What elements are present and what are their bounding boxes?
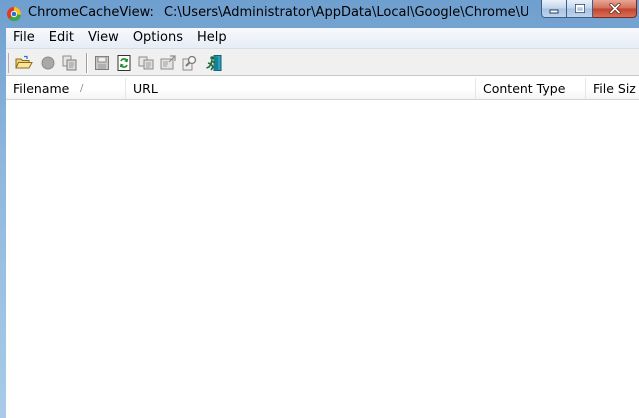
minimize-icon <box>549 9 559 13</box>
minimize-button[interactable] <box>541 0 567 18</box>
app-window: ChromeCacheView: C:\Users\Administrator\A… <box>0 0 639 418</box>
column-content-type-label: Content Type <box>483 81 566 96</box>
toolbar-grip[interactable] <box>8 53 11 73</box>
column-url-label: URL <box>133 81 158 96</box>
sort-indicator: / <box>80 83 84 94</box>
column-header: Filename / URL Content Type File Siz <box>6 78 639 100</box>
stop-icon <box>41 56 55 70</box>
open-folder-icon <box>15 55 33 69</box>
exit-button[interactable] <box>204 53 224 73</box>
refresh-button[interactable] <box>114 53 134 73</box>
menu-bar: File Edit View Options Help <box>6 28 639 48</box>
menu-edit[interactable]: Edit <box>42 28 81 48</box>
column-filename-label: Filename <box>13 81 70 96</box>
exit-icon <box>206 55 222 71</box>
properties-icon <box>160 55 176 70</box>
toolbar-separator <box>86 53 88 73</box>
save-button[interactable] <box>92 53 112 73</box>
properties-button[interactable] <box>158 53 178 73</box>
copy-button[interactable] <box>136 53 156 73</box>
save-icon <box>95 56 109 70</box>
copy-files-icon <box>62 55 77 71</box>
copy-icon <box>138 56 154 70</box>
chromecacheview-app-icon[interactable] <box>6 6 22 22</box>
open-folder-button[interactable] <box>14 53 34 73</box>
column-content-type[interactable]: Content Type <box>476 78 586 99</box>
cache-list[interactable] <box>6 100 639 418</box>
column-url[interactable]: URL <box>126 78 476 99</box>
stop-button[interactable] <box>38 53 58 73</box>
close-button[interactable] <box>593 0 637 18</box>
window-title-app: ChromeCacheView: <box>28 5 154 20</box>
menu-options[interactable]: Options <box>126 28 190 48</box>
close-icon <box>608 3 621 14</box>
title-bar[interactable]: ChromeCacheView: C:\Users\Administrator\A… <box>0 0 639 28</box>
client-area: File Edit View Options Help Filename / U… <box>6 28 639 418</box>
copy-files-button[interactable] <box>60 53 80 73</box>
maximize-icon <box>574 4 585 13</box>
find-icon <box>182 55 197 71</box>
column-filename[interactable]: Filename <box>6 78 126 99</box>
menu-view[interactable]: View <box>81 28 126 48</box>
toolbar <box>6 48 639 76</box>
window-title-path: C:\Users\Administrator\AppData\Local\Goo… <box>163 5 528 20</box>
window-title: ChromeCacheView: C:\Users\Administrator\A… <box>28 5 528 21</box>
menu-file[interactable]: File <box>6 28 42 48</box>
caption-buttons <box>541 0 637 20</box>
column-file-size[interactable]: File Siz <box>586 78 639 99</box>
maximize-button[interactable] <box>567 0 593 18</box>
column-file-size-label: File Siz <box>593 81 636 96</box>
refresh-icon <box>117 55 131 71</box>
menu-help[interactable]: Help <box>190 28 234 48</box>
find-button[interactable] <box>180 53 200 73</box>
